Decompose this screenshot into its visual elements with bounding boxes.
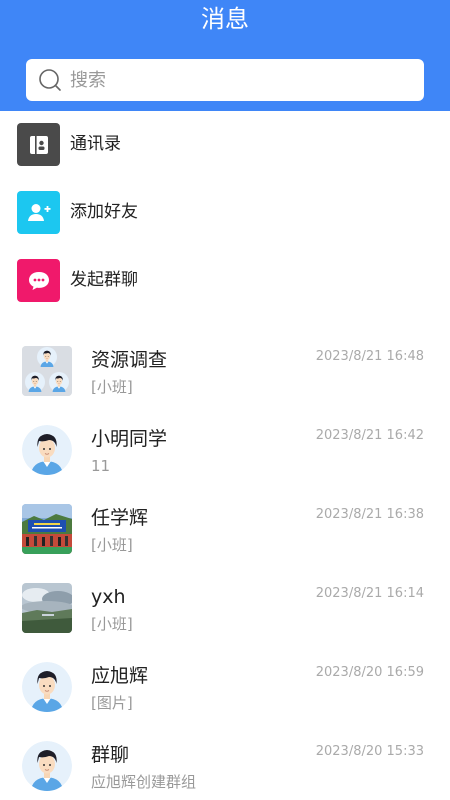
person-avatar <box>22 741 72 791</box>
chat-preview: [小班] <box>91 378 133 396</box>
chat-time: 2023/8/21 16:42 <box>315 428 424 443</box>
menu-label-group-chat: 发起群聊 <box>70 270 138 290</box>
menu-label-contacts: 通讯录 <box>70 134 121 154</box>
menu-item-add-friend[interactable]: 添加好友 <box>0 183 450 243</box>
chat-preview: [小班] <box>91 615 133 633</box>
person-avatar <box>22 425 72 475</box>
landscape-avatar <box>22 583 72 633</box>
chat-item[interactable]: 任学辉 [小班] 2023/8/21 16:38 <box>0 504 450 582</box>
add-friend-icon <box>17 191 60 234</box>
menu-item-group-chat[interactable]: 发起群聊 <box>0 251 450 311</box>
chat-preview: 应旭辉创建群组 <box>91 773 197 791</box>
chat-item[interactable]: 应旭辉 [图片] 2023/8/20 16:59 <box>0 662 450 740</box>
chat-name: 资源调查 <box>91 349 168 371</box>
chat-item[interactable]: 资源调查 [小班] 2023/8/21 16:48 <box>0 346 450 424</box>
chat-preview: [图片] <box>91 694 133 712</box>
chat-time: 2023/8/21 16:14 <box>315 586 424 601</box>
chat-name: 小明同学 <box>91 428 168 450</box>
chat-name: 任学辉 <box>91 507 149 529</box>
chat-name: 群聊 <box>91 744 130 766</box>
chat-item[interactable]: 群聊 应旭辉创建群组 2023/8/20 15:33 <box>0 741 450 800</box>
page-title: 消息 <box>201 5 249 33</box>
chat-time: 2023/8/20 16:59 <box>315 665 424 680</box>
app-header: 消息 <box>0 0 450 111</box>
photo-avatar <box>22 504 72 554</box>
search-bar[interactable] <box>26 59 424 101</box>
chat-time: 2023/8/20 15:33 <box>315 744 424 759</box>
menu-item-contacts[interactable]: 通讯录 <box>0 115 450 175</box>
contacts-book-icon <box>17 123 60 166</box>
menu-label-add-friend: 添加好友 <box>70 202 138 222</box>
search-icon <box>39 69 61 91</box>
chat-preview: [小班] <box>91 536 133 554</box>
chat-item[interactable]: 小明同学 11 2023/8/21 16:42 <box>0 425 450 503</box>
group-avatar <box>22 346 72 396</box>
chat-time: 2023/8/21 16:48 <box>315 349 424 364</box>
chat-name: 应旭辉 <box>91 665 149 687</box>
group-chat-icon <box>17 259 60 302</box>
chat-time: 2023/8/21 16:38 <box>315 507 424 522</box>
chat-preview: 11 <box>91 457 111 475</box>
chat-name: yxh <box>91 586 126 608</box>
chat-item[interactable]: yxh [小班] 2023/8/21 16:14 <box>0 583 450 661</box>
search-input[interactable] <box>70 59 410 101</box>
person-avatar <box>22 662 72 712</box>
